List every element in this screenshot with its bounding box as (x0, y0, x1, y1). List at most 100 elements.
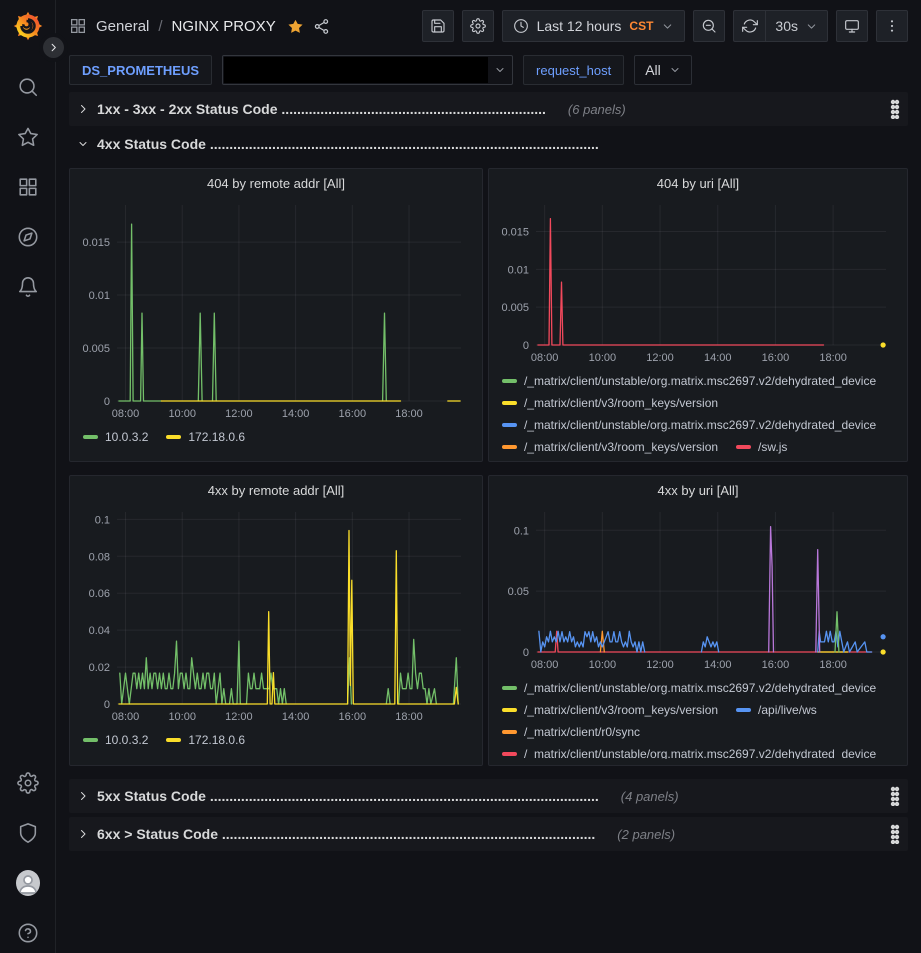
chart-404-by-uri[interactable]: 00.0050.010.01508:0010:0012:0014:0016:00… (496, 197, 900, 367)
svg-text:10:00: 10:00 (168, 711, 196, 723)
share-icon[interactable] (313, 18, 330, 35)
row-header-4xx[interactable]: 4xx Status Code ........................… (69, 130, 908, 158)
apps-grid-icon (69, 17, 87, 35)
sidebar-item-explore[interactable] (16, 225, 40, 249)
sidebar-item-profile[interactable] (16, 871, 40, 895)
row-header-6xx[interactable]: 6xx > Status Code ......................… (69, 817, 908, 851)
legend-item[interactable]: 172.18.0.6 (166, 428, 245, 445)
bell-icon (17, 276, 39, 298)
sidebar-item-dashboards[interactable] (16, 175, 40, 199)
chart-404-by-remote-addr[interactable]: 00.0050.010.01508:0010:0012:0014:0016:00… (77, 197, 475, 423)
datasource-variable-dropdown[interactable] (222, 55, 513, 85)
legend-item[interactable]: 10.0.3.2 (83, 428, 148, 445)
legend-item[interactable]: /api/live/ws (736, 701, 817, 718)
panel-title[interactable]: 4xx by remote addr [All] (77, 480, 475, 504)
sidebar-item-help[interactable] (16, 921, 40, 945)
row-title: 6xx > Status Code ......................… (97, 826, 595, 842)
svg-text:12:00: 12:00 (646, 659, 674, 671)
svg-text:0.05: 0.05 (508, 586, 529, 598)
legend-item[interactable]: /_matrix/client/v3/room_keys/version (502, 701, 718, 718)
legend-swatch (83, 435, 98, 439)
sidebar-item-search[interactable] (16, 75, 40, 99)
legend-item[interactable]: /_matrix/client/unstable/org.matrix.msc2… (502, 372, 876, 389)
legend-item[interactable]: 172.18.0.6 (166, 731, 245, 748)
legend-swatch (502, 423, 517, 427)
refresh-button[interactable] (733, 10, 765, 42)
panel-title[interactable]: 404 by uri [All] (496, 173, 900, 197)
legend-label: /_matrix/client/v3/room_keys/version (524, 703, 718, 717)
topbar: General / NGINX PROXY Last 12 hours CST (56, 0, 921, 52)
legend-item[interactable]: 10.0.3.2 (83, 731, 148, 748)
panel-title[interactable]: 4xx by uri [All] (496, 480, 900, 504)
svg-text:0.1: 0.1 (95, 514, 110, 526)
save-icon (430, 18, 446, 34)
row-drag-handle[interactable] (890, 786, 900, 806)
request-host-variable-dropdown[interactable]: All (634, 55, 692, 85)
refresh-icon (742, 18, 758, 34)
svg-text:12:00: 12:00 (225, 711, 253, 723)
sidebar-item-alerting[interactable] (16, 275, 40, 299)
row-header-5xx[interactable]: 5xx Status Code ........................… (69, 779, 908, 813)
legend-swatch (502, 401, 517, 405)
legend-item[interactable]: /sw.js (736, 438, 787, 455)
svg-text:0: 0 (104, 396, 110, 408)
svg-text:0: 0 (523, 340, 529, 352)
row-drag-handle[interactable] (890, 99, 900, 119)
tv-mode-button[interactable] (836, 10, 868, 42)
dashboard-title[interactable]: NGINX PROXY (172, 18, 276, 35)
chart-4xx-by-remote-addr[interactable]: 00.020.040.060.080.108:0010:0012:0014:00… (77, 504, 475, 726)
svg-text:0.02: 0.02 (89, 662, 110, 674)
favorite-star-icon[interactable] (287, 18, 304, 35)
legend-item[interactable]: /_matrix/client/v3/room_keys/version (502, 394, 718, 411)
refresh-interval-dropdown[interactable]: 30s (765, 10, 828, 42)
save-dashboard-button[interactable] (422, 10, 454, 42)
svg-text:0: 0 (104, 699, 110, 711)
sidebar-item-configuration[interactable] (16, 771, 40, 795)
panel-row-1: 404 by remote addr [All] 00.0050.010.015… (69, 168, 908, 462)
legend-item[interactable]: /_matrix/client/unstable/org.matrix.msc2… (502, 745, 876, 759)
dashboard-settings-button[interactable] (462, 10, 494, 42)
zoom-out-time-button[interactable] (693, 10, 725, 42)
legend-label: /_matrix/client/unstable/org.matrix.msc2… (524, 681, 876, 695)
kebab-menu-button[interactable] (876, 10, 908, 42)
svg-text:0.08: 0.08 (89, 551, 110, 563)
legend-item[interactable]: /_matrix/client/v3/room_keys/version (502, 438, 718, 455)
sidebar-item-starred[interactable] (16, 125, 40, 149)
legend-swatch (502, 379, 517, 383)
svg-text:18:00: 18:00 (395, 711, 423, 723)
legend-item[interactable]: /_matrix/client/r0/sync (502, 723, 640, 740)
datasource-variable-label: DS_PROMETHEUS (69, 55, 212, 85)
svg-text:0.04: 0.04 (89, 625, 110, 637)
svg-text:0.005: 0.005 (501, 302, 529, 314)
row-header-1xx-3xx-2xx[interactable]: 1xx - 3xx - 2xx Status Code ............… (69, 92, 908, 126)
legend-item[interactable]: /_matrix/client/unstable/org.matrix.msc2… (502, 679, 876, 696)
svg-text:10:00: 10:00 (589, 659, 617, 671)
sidebar-expand-button[interactable] (43, 37, 64, 58)
sidebar-item-server-admin[interactable] (16, 821, 40, 845)
svg-text:0.06: 0.06 (89, 588, 110, 600)
svg-text:18:00: 18:00 (395, 408, 423, 420)
time-range-picker[interactable]: Last 12 hours CST (502, 10, 686, 42)
svg-text:18:00: 18:00 (819, 352, 847, 364)
row-drag-handle[interactable] (890, 824, 900, 844)
chart-4xx-by-uri[interactable]: 00.050.108:0010:0012:0014:0016:0018:00 (496, 504, 900, 674)
legend-swatch (736, 445, 751, 449)
row-title: 5xx Status Code ........................… (97, 788, 599, 804)
breadcrumb-section[interactable]: General (96, 18, 149, 35)
grafana-logo-icon[interactable] (13, 11, 43, 41)
chevron-down-icon (77, 138, 89, 150)
svg-text:0.015: 0.015 (82, 237, 110, 249)
legend-item[interactable]: /_matrix/client/unstable/org.matrix.msc2… (502, 416, 876, 433)
legend-label: /_matrix/client/v3/room_keys/version (524, 440, 718, 454)
chevron-down-icon (661, 20, 674, 33)
shield-icon (17, 822, 39, 844)
clock-icon (513, 18, 529, 34)
legend-swatch (166, 738, 181, 742)
panel-title[interactable]: 404 by remote addr [All] (77, 173, 475, 197)
variables-bar: DS_PROMETHEUS request_host All (56, 52, 921, 88)
svg-text:16:00: 16:00 (762, 352, 790, 364)
chevron-right-icon (77, 103, 89, 115)
breadcrumb: General / NGINX PROXY (69, 17, 414, 35)
panel-row-2: 4xx by remote addr [All] 0 0.02 0.04 0.06 0.… (69, 475, 908, 766)
row-panel-count: (2 panels) (617, 827, 675, 842)
